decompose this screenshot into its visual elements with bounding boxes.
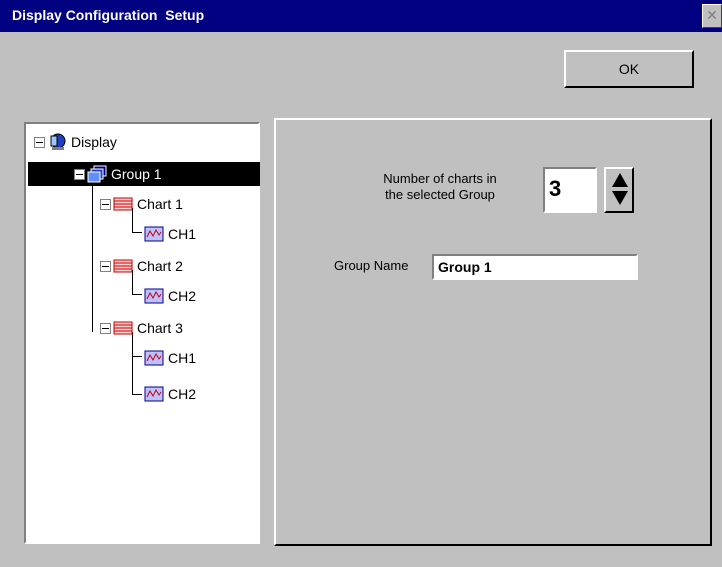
tree-item-group-1[interactable]: Group 1: [74, 162, 162, 186]
collapse-toggle-icon[interactable]: [74, 168, 85, 180]
num-charts-spinner[interactable]: [604, 167, 634, 213]
tree-item-chart-3[interactable]: Chart 3: [100, 316, 183, 340]
tree-line: [132, 294, 142, 295]
dialog-window: Display Configuration Setup ✕ OK Display…: [0, 0, 722, 567]
num-charts-label-line: Number of charts in: [383, 171, 497, 186]
tree-line: [132, 356, 142, 357]
tree-item-channel[interactable]: CH2: [144, 382, 196, 406]
tree-item-channel[interactable]: CH1: [144, 222, 196, 246]
chart-icon: [113, 195, 133, 213]
collapse-toggle-icon[interactable]: [34, 136, 45, 148]
tree-item-label: Chart 1: [137, 196, 183, 212]
tree-line: [132, 332, 133, 394]
channel-icon: [144, 349, 164, 367]
chart-icon: [113, 257, 133, 275]
chart-icon: [113, 319, 133, 337]
tree-item-label: Chart 2: [137, 258, 183, 274]
tree-item-label: Display: [71, 134, 117, 150]
tree-item-channel[interactable]: CH1: [144, 346, 196, 370]
channel-icon: [144, 385, 164, 403]
collapse-toggle-icon[interactable]: [100, 198, 111, 210]
tree-item-display[interactable]: Display: [34, 130, 117, 154]
close-button[interactable]: ✕: [702, 4, 722, 28]
spin-up-arrow-icon[interactable]: [612, 173, 628, 187]
window-bottom-edge: [0, 555, 722, 567]
num-charts-field[interactable]: 3: [543, 167, 597, 213]
tree-item-label: CH1: [168, 350, 197, 366]
tree-item-label: CH2: [168, 288, 197, 304]
panel-edge-mark: [710, 148, 712, 166]
ok-button[interactable]: OK: [564, 50, 694, 88]
tree-item-chart-2[interactable]: Chart 2: [100, 254, 183, 278]
tree-item-channel[interactable]: CH2: [144, 284, 196, 308]
tree-line: [92, 186, 93, 332]
spin-down-arrow-icon[interactable]: [612, 191, 628, 205]
tree-item-label: Chart 3: [137, 320, 183, 336]
group-name-label: Group Name: [334, 258, 409, 273]
collapse-toggle-icon[interactable]: [100, 322, 111, 334]
num-charts-label-line: the selected Group: [385, 187, 495, 202]
tree-item-label: CH1: [168, 226, 197, 242]
channel-icon: [144, 287, 164, 305]
channel-icon: [144, 225, 164, 243]
title-bar: Display Configuration Setup ✕: [0, 0, 722, 32]
window-title: Display Configuration Setup: [12, 7, 205, 23]
tree-line: [132, 394, 142, 395]
group-icon: [87, 165, 107, 183]
display-icon: [47, 133, 67, 151]
ok-button-label: OK: [618, 61, 640, 77]
tree-item-chart-1[interactable]: Chart 1: [100, 192, 183, 216]
configuration-tree[interactable]: Display Group 1 Chart 1 CH1 Chart 2 CH2 …: [24, 122, 260, 544]
group-name-field[interactable]: Group 1: [432, 254, 638, 280]
tree-line: [132, 232, 142, 233]
num-charts-label: Number of charts in the selected Group: [360, 171, 520, 203]
collapse-toggle-icon[interactable]: [100, 260, 111, 272]
tree-item-label: Group 1: [111, 166, 162, 182]
tree-item-label: CH2: [168, 386, 197, 402]
